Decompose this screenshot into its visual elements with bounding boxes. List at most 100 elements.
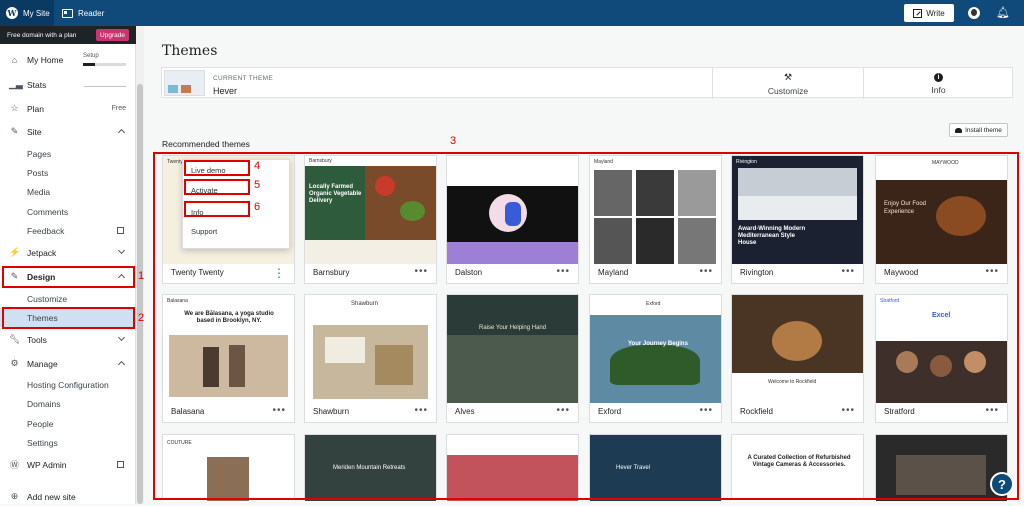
plus-circle-icon: ⊕ bbox=[10, 491, 19, 501]
stats-icon: ▁▃ bbox=[9, 79, 23, 89]
customize-button[interactable]: ⚒ Customize bbox=[712, 68, 863, 99]
upgrade-button[interactable]: Upgrade bbox=[96, 29, 129, 41]
sidebar-item-plan[interactable]: ☆ Plan Free bbox=[0, 99, 136, 118]
external-link-icon bbox=[117, 227, 124, 234]
sidebar-item-label: Stats bbox=[27, 79, 47, 90]
sidebar-item-label: Pages bbox=[27, 148, 52, 159]
sidebar-item-tools[interactable]: 🔧︎ Tools bbox=[0, 330, 136, 349]
info-button[interactable]: i Info bbox=[863, 68, 1013, 99]
sidebar-item-stats[interactable]: ▁▃ Stats bbox=[0, 75, 136, 94]
sidebar-item-site[interactable]: ✎ Site bbox=[0, 122, 136, 141]
sidebar-item-customize[interactable]: Customize bbox=[0, 289, 136, 308]
info-label: Info bbox=[931, 84, 946, 95]
upload-icon bbox=[955, 127, 963, 133]
sidebar-item-domains[interactable]: Domains bbox=[0, 394, 136, 413]
sidebar-item-settings[interactable]: Settings bbox=[0, 433, 136, 452]
notifications-icon[interactable]: 🔔︎ bbox=[996, 6, 1010, 20]
annotation-box-design bbox=[2, 266, 135, 288]
my-site-label: My Site bbox=[23, 8, 50, 18]
recommended-title: Recommended themes bbox=[162, 139, 250, 149]
sidebar-scrollbar[interactable] bbox=[136, 26, 144, 504]
domain-promo[interactable]: Free domain with a plan Upgrade bbox=[0, 26, 136, 44]
sidebar-item-feedback[interactable]: Feedback bbox=[0, 221, 136, 240]
my-site-tab[interactable]: W My Site bbox=[0, 0, 54, 26]
sidebar-item-manage[interactable]: ⚙ Manage bbox=[0, 354, 136, 373]
sidebar-item-wp-admin[interactable]: Ⓦ WP Admin bbox=[0, 455, 136, 474]
chevron-up-icon bbox=[117, 360, 126, 369]
annotation-1: 1 bbox=[138, 270, 145, 282]
jetpack-icon: ⚡ bbox=[9, 247, 21, 257]
star-icon: ☆ bbox=[10, 103, 19, 113]
chevron-down-icon bbox=[117, 333, 126, 342]
info-icon: i bbox=[934, 72, 943, 82]
wrench-icon: 🔧︎ bbox=[9, 334, 21, 344]
reader-tab[interactable]: Reader bbox=[62, 0, 104, 26]
sidebar-item-hosting[interactable]: Hosting Configuration bbox=[0, 375, 136, 394]
gear-icon: ⚙ bbox=[10, 358, 19, 368]
sidebar-item-posts[interactable]: Posts bbox=[0, 163, 136, 182]
sidebar: Free domain with a plan Upgrade Setup ⌂ … bbox=[0, 26, 136, 504]
sidebar-item-label: Hosting Configuration bbox=[27, 379, 109, 390]
current-theme-card: CURRENT THEME Hever ⚒ Customize i Info bbox=[161, 67, 1013, 99]
customize-label: Customize bbox=[767, 85, 809, 96]
sidebar-item-media[interactable]: Media bbox=[0, 182, 136, 201]
annotation-box-info bbox=[184, 201, 250, 217]
sidebar-item-label: My Home bbox=[27, 54, 64, 65]
install-theme-label: Install theme bbox=[965, 126, 1002, 134]
sidebar-item-label: Add new site bbox=[27, 491, 76, 502]
annotation-box-activate bbox=[184, 179, 250, 195]
sidebar-item-label: Domains bbox=[27, 398, 61, 409]
sidebar-item-label: People bbox=[27, 418, 54, 429]
promo-text: Free domain with a plan bbox=[7, 31, 77, 39]
sidebar-item-label: Comments bbox=[27, 206, 69, 217]
avatar[interactable] bbox=[968, 7, 980, 19]
page-title: Themes bbox=[162, 43, 218, 59]
sidebar-item-my-home[interactable]: ⌂ My Home bbox=[0, 50, 136, 69]
tools-icon: ⚒ bbox=[783, 71, 793, 82]
chevron-up-icon bbox=[117, 128, 126, 137]
current-theme-label: CURRENT THEME bbox=[213, 75, 273, 82]
write-label: Write bbox=[926, 8, 945, 18]
annotation-2: 2 bbox=[138, 312, 145, 324]
reader-icon bbox=[62, 8, 73, 18]
annotation-4: 4 bbox=[254, 160, 261, 172]
sidebar-item-people[interactable]: People bbox=[0, 414, 136, 433]
home-icon: ⌂ bbox=[11, 54, 18, 65]
write-icon bbox=[913, 8, 923, 18]
sidebar-item-label: WP Admin bbox=[27, 459, 67, 470]
sidebar-item-pages[interactable]: Pages bbox=[0, 144, 136, 163]
sidebar-item-label: Customize bbox=[27, 293, 68, 304]
help-icon[interactable]: ? bbox=[990, 472, 1014, 496]
reader-label: Reader bbox=[78, 8, 105, 18]
annotation-box-live-demo bbox=[184, 160, 250, 176]
sidebar-item-comments[interactable]: Comments bbox=[0, 202, 136, 221]
annotation-3: 3 bbox=[450, 135, 457, 147]
wordpress-icon: Ⓦ bbox=[9, 460, 19, 470]
sidebar-item-label: Settings bbox=[27, 437, 58, 448]
sidebar-item-jetpack[interactable]: ⚡ Jetpack bbox=[0, 243, 136, 262]
current-theme-name: Hever bbox=[213, 86, 238, 96]
sidebar-item-label: Tools bbox=[27, 334, 47, 345]
masterbar: W My Site Reader Write 🔔︎ bbox=[0, 0, 1024, 26]
external-link-icon bbox=[117, 461, 124, 468]
pencil-icon: ✎ bbox=[10, 126, 19, 136]
annotation-box-themes-grid bbox=[153, 152, 1019, 500]
stats-sparkline bbox=[84, 86, 126, 87]
write-button[interactable]: Write bbox=[904, 4, 954, 22]
wordpress-icon: W bbox=[6, 7, 18, 19]
annotation-box-themes bbox=[2, 307, 135, 329]
annotation-6: 6 bbox=[254, 201, 261, 213]
annotation-5: 5 bbox=[254, 179, 261, 191]
sidebar-item-add-site[interactable]: ⊕ Add new site bbox=[0, 487, 136, 506]
sidebar-item-label: Site bbox=[27, 126, 42, 137]
plan-status: Free bbox=[111, 105, 126, 112]
install-theme-button[interactable]: Install theme bbox=[949, 123, 1008, 137]
sidebar-item-label: Media bbox=[27, 186, 51, 197]
chevron-down-icon bbox=[117, 246, 126, 255]
sidebar-item-label: Manage bbox=[27, 358, 58, 369]
current-theme-thumbnail[interactable] bbox=[164, 70, 205, 96]
sidebar-item-label: Jetpack bbox=[27, 247, 57, 258]
sidebar-item-label: Plan bbox=[27, 103, 45, 114]
sidebar-item-label: Posts bbox=[27, 167, 49, 178]
sidebar-item-label: Feedback bbox=[27, 225, 65, 236]
